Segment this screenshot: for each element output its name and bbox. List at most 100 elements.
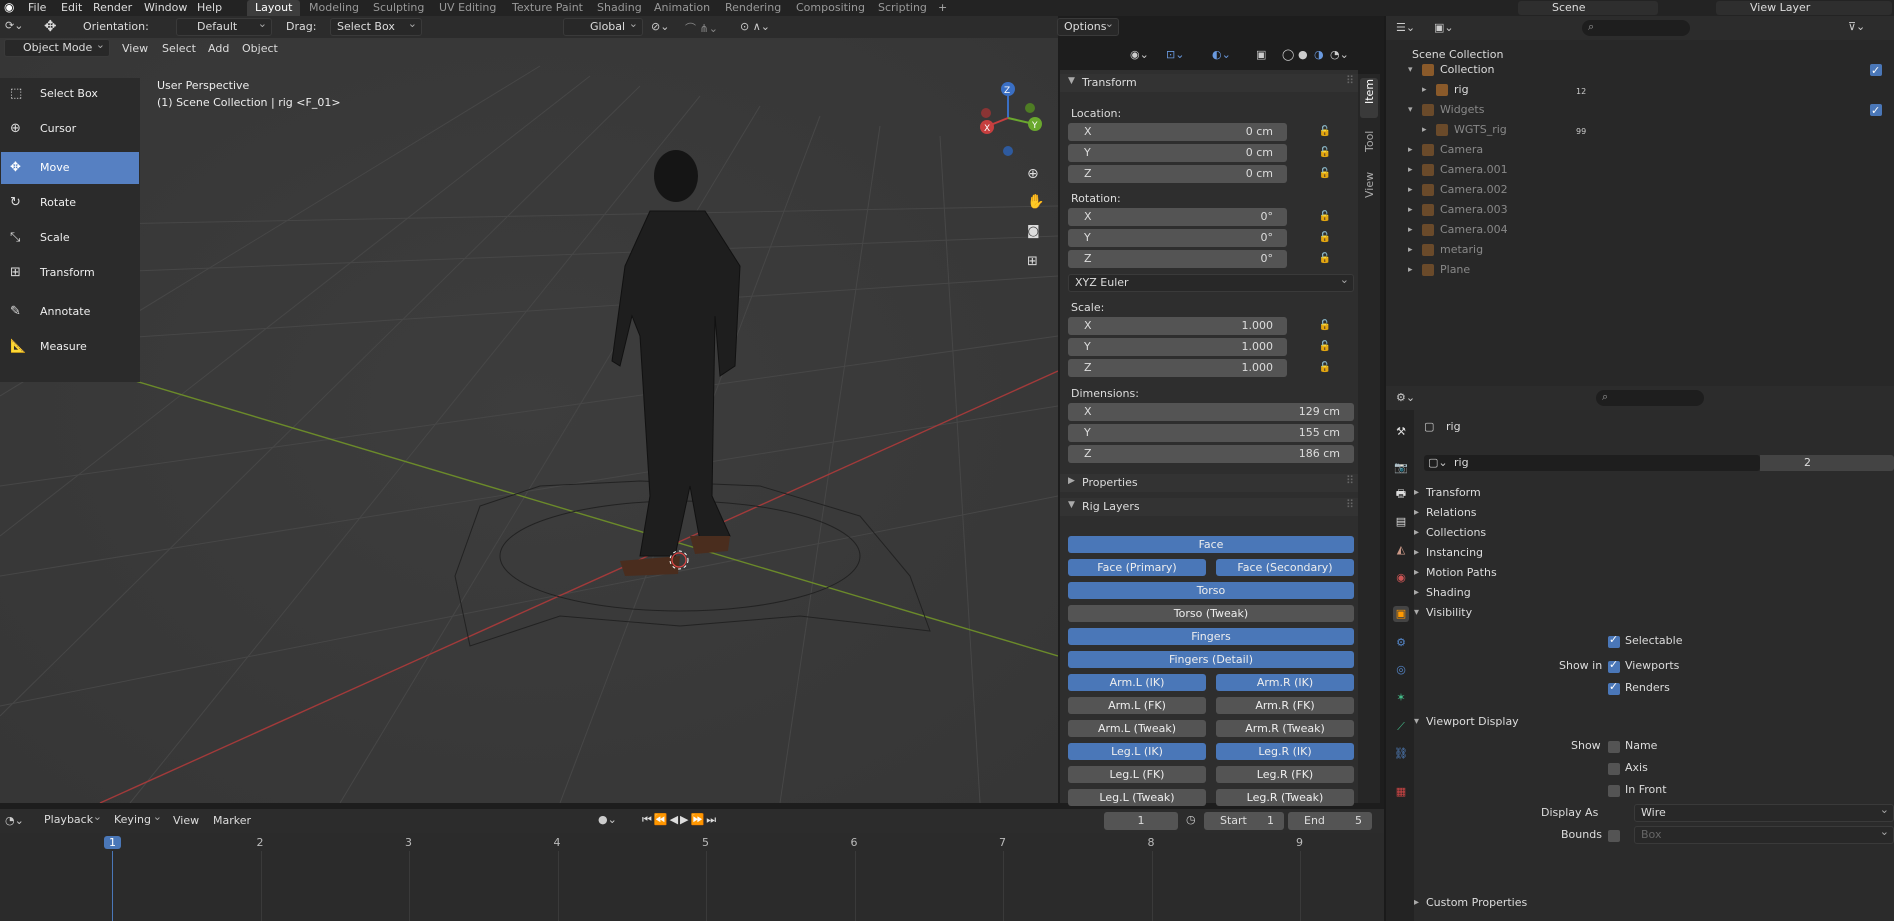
view-layer-selector[interactable]: View Layer [1716, 1, 1892, 15]
lock-icon[interactable]: 🔓 [1318, 319, 1332, 333]
exclude-checkbox[interactable] [1870, 101, 1882, 121]
transform-orientation-dropdown[interactable]: Global [563, 16, 643, 36]
start-frame-field[interactable]: Start 1 [1204, 812, 1284, 830]
tool-measure[interactable]: 📐 Measure [1, 331, 139, 363]
tool-annotate[interactable]: ✎ Annotate [1, 296, 139, 328]
tab-item[interactable]: Item [1360, 78, 1378, 118]
collapse-icon[interactable]: ▾ [1408, 60, 1413, 80]
scale-x-field[interactable]: X 1.000 [1068, 317, 1287, 335]
menu-file[interactable]: File [28, 0, 46, 16]
object-name-field[interactable]: ▢⌄ rig [1424, 455, 1760, 471]
tab-uv-editing[interactable]: UV Editing [439, 0, 496, 16]
timeline-view-menu[interactable]: View [173, 814, 199, 827]
physics-tab-icon[interactable]: ◎ [1393, 662, 1409, 678]
rig-layer-button[interactable]: Fingers (Detail) [1068, 651, 1354, 668]
outliner-row[interactable]: ▸ Camera.004 [1386, 220, 1894, 240]
blender-logo-icon[interactable]: ◉ [4, 0, 14, 16]
menu-edit[interactable]: Edit [61, 0, 82, 16]
lock-icon[interactable]: 🔓 [1318, 125, 1332, 139]
rig-layer-button[interactable]: Leg.R (IK) [1216, 743, 1354, 760]
property-section-header[interactable]: Motion Paths [1414, 562, 1497, 584]
scene-selector[interactable]: Scene [1518, 1, 1658, 15]
tool-select-box[interactable]: ⬚ Select Box [1, 78, 139, 110]
rig-layer-button[interactable]: Leg.L (FK) [1068, 766, 1206, 783]
show-axis-checkbox[interactable] [1608, 763, 1620, 775]
menu-select[interactable]: Select [162, 42, 196, 55]
menu-add[interactable]: Add [208, 42, 229, 55]
rotation-mode-dropdown[interactable]: XYZ Euler [1068, 272, 1354, 292]
add-workspace-icon[interactable]: + [938, 0, 947, 16]
renders-checkbox[interactable] [1608, 680, 1620, 695]
display-as-dropdown[interactable]: Wire [1634, 802, 1894, 822]
outliner-row[interactable]: ▸ Camera.002 [1386, 180, 1894, 200]
keying-menu[interactable]: Keying [108, 809, 166, 830]
rig-layer-button[interactable]: Arm.L (FK) [1068, 697, 1206, 714]
selectable-checkbox[interactable] [1608, 633, 1620, 648]
property-section-header[interactable]: Transform [1414, 482, 1481, 504]
tool-tab-icon[interactable]: ⚒ [1393, 424, 1409, 440]
lock-icon[interactable]: 🔓 [1318, 167, 1332, 181]
transform-panel-header[interactable]: ▼ Transform ⠿ [1060, 74, 1358, 92]
custom-properties-header[interactable]: Custom Properties [1414, 892, 1527, 914]
location-x-field[interactable]: X 0 cm [1068, 123, 1287, 141]
wireframe-shading-icon[interactable]: ◯ [1282, 48, 1294, 61]
rig-layer-button[interactable]: Arm.R (Tweak) [1216, 720, 1354, 737]
scale-y-field[interactable]: Y 1.000 [1068, 338, 1287, 356]
tool-cursor[interactable]: ⊕ Cursor [1, 113, 139, 145]
auto-keying-icon[interactable]: ●⌄ [598, 813, 617, 826]
timeline-ruler[interactable]: 1 2 3 4 5 6 7 8 9 [0, 833, 1384, 921]
outliner-editor-icon[interactable]: ☰⌄ [1396, 21, 1415, 34]
show-name-checkbox[interactable] [1608, 741, 1620, 753]
expand-icon[interactable]: ▸ [1422, 120, 1427, 140]
end-frame-field[interactable]: End 5 [1288, 812, 1372, 830]
tab-tool[interactable]: Tool [1360, 122, 1378, 162]
tab-rendering[interactable]: Rendering [725, 0, 781, 16]
tab-compositing[interactable]: Compositing [796, 0, 865, 16]
rig-layer-button[interactable]: Arm.R (IK) [1216, 674, 1354, 691]
outliner-row[interactable]: ▸ rig 12 [1386, 80, 1894, 100]
exclude-checkbox[interactable] [1870, 61, 1882, 81]
navigation-gizmo[interactable]: Z Y X [972, 78, 1048, 158]
lock-icon[interactable]: 🔓 [1318, 210, 1332, 224]
overlay-toggle-icon[interactable]: ◐⌄ [1212, 48, 1231, 61]
snap-icon[interactable]: ⌒ ⋔⌄ [685, 20, 718, 36]
expand-icon[interactable]: ▸ [1408, 240, 1413, 260]
menu-window[interactable]: Window [144, 0, 187, 16]
tab-layout[interactable]: Layout [247, 0, 301, 16]
visibility-header[interactable]: Visibility [1414, 602, 1472, 624]
output-tab-icon[interactable]: 🖶 [1393, 486, 1409, 502]
rig-layer-button[interactable]: Face (Primary) [1068, 559, 1206, 576]
properties-editor-icon[interactable]: ⚙⌄ [1396, 391, 1415, 404]
dimension-x-field[interactable]: X 129 cm [1068, 403, 1354, 421]
menu-render[interactable]: Render [93, 0, 132, 16]
location-y-field[interactable]: Y 0 cm [1068, 144, 1287, 162]
tool-transform[interactable]: ⊞ Transform [1, 257, 139, 289]
expand-icon[interactable]: ▸ [1408, 140, 1413, 160]
viewports-checkbox[interactable] [1608, 658, 1620, 673]
gizmo-toggle-icon[interactable]: ⊡⌄ [1166, 48, 1184, 61]
proportional-edit-icon[interactable]: ⊙ ∧⌄ [740, 20, 770, 33]
transform-gizmo-icon[interactable]: ✥ [44, 17, 57, 35]
tab-modeling[interactable]: Modeling [309, 0, 359, 16]
timeline-editor-icon[interactable]: ◔⌄ [5, 814, 24, 827]
location-z-field[interactable]: Z 0 cm [1068, 165, 1287, 183]
bounds-checkbox[interactable] [1608, 830, 1620, 842]
expand-icon[interactable]: ▸ [1408, 220, 1413, 240]
rig-layer-button[interactable]: Leg.L (Tweak) [1068, 789, 1206, 806]
expand-icon[interactable]: ▸ [1408, 200, 1413, 220]
menu-object[interactable]: Object [242, 42, 278, 55]
constraint-tab-icon[interactable]: ⛓ [1393, 746, 1409, 762]
tool-rotate[interactable]: ↻ Rotate [1, 187, 139, 219]
current-frame-field[interactable]: 1 [1104, 812, 1178, 830]
rig-layer-button[interactable]: Torso (Tweak) [1068, 605, 1354, 622]
drag-handle-icon[interactable]: ⠿ [1346, 474, 1354, 487]
outliner-row[interactable]: ▸ Camera [1386, 140, 1894, 160]
editor-type-icon[interactable]: ⟳⌄ [5, 19, 23, 32]
property-section-header[interactable]: Relations [1414, 502, 1476, 524]
rendered-shading-icon[interactable]: ◔⌄ [1330, 48, 1349, 61]
viewport-3d[interactable]: ⟳⌄ ✥ Orientation: Default Drag: Select B… [0, 16, 1119, 803]
drag-handle-icon[interactable]: ⠿ [1346, 74, 1354, 87]
expand-icon[interactable]: ▸ [1408, 160, 1413, 180]
rig-layer-button[interactable]: Leg.R (FK) [1216, 766, 1354, 783]
drag-handle-icon[interactable]: ⠿ [1346, 498, 1354, 511]
